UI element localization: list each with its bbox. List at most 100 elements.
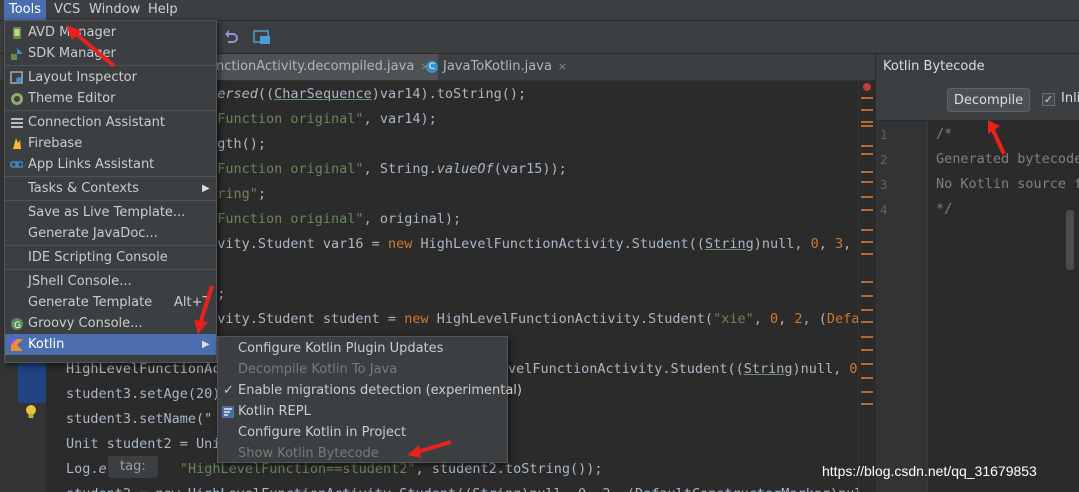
- warning-mark[interactable]: [861, 363, 873, 365]
- annotation-arrow: [194, 285, 214, 334]
- menu-window[interactable]: Window: [84, 0, 145, 20]
- submenu-item-label: Configure Kotlin Plugin Updates: [238, 341, 444, 356]
- submenu-item-decompile-kotlin-to-java: Decompile Kotlin To Java: [218, 359, 507, 380]
- inline-label: Inli: [1061, 91, 1079, 106]
- warning-mark[interactable]: [861, 109, 873, 111]
- menu-item-label: Theme Editor: [28, 91, 116, 106]
- menu-tools[interactable]: Tools: [4, 0, 47, 20]
- warning-mark[interactable]: [861, 121, 873, 123]
- menu-item-ide-scripting-console[interactable]: IDE Scripting Console: [5, 247, 216, 268]
- warning-mark[interactable]: [861, 181, 873, 183]
- close-icon[interactable]: ×: [558, 60, 567, 73]
- code-token: velFunctionActivity.Student((: [508, 361, 744, 377]
- warning-mark[interactable]: [861, 281, 873, 283]
- warning-mark[interactable]: [861, 97, 873, 99]
- structure-icon[interactable]: [253, 29, 271, 45]
- code-token: )null,: [753, 236, 811, 252]
- warning-mark[interactable]: [861, 145, 873, 147]
- menu-bar: Tools VCS Window Help: [0, 0, 1079, 21]
- menu-item-kotlin[interactable]: Kotlin ▶: [5, 334, 216, 355]
- scrollbar-thumb[interactable]: [1066, 210, 1074, 270]
- menu-item-theme-editor[interactable]: Theme Editor: [5, 88, 216, 109]
- menu-item-generate-template[interactable]: Generate Template Alt+T: [5, 292, 216, 313]
- code-token: HighLevelFunctionActivity.Student((: [420, 236, 705, 252]
- code-token: ;: [257, 186, 267, 202]
- code-line: velFunctionActivity.Student((String)null…: [508, 357, 875, 382]
- code-token: new: [404, 311, 437, 327]
- warning-mark[interactable]: [861, 196, 873, 198]
- bytecode-line: No Kotlin source f: [936, 176, 1079, 192]
- menu-help[interactable]: Help: [143, 0, 183, 20]
- submenu-item-kotlin-repl[interactable]: Kotlin REPL: [218, 401, 507, 422]
- code-token: elFunction original": [201, 161, 364, 177]
- theme-editor-icon: [11, 93, 23, 105]
- warning-mark[interactable]: [861, 321, 873, 323]
- submenu-item-show-kotlin-bytecode: Show Kotlin Bytecode: [218, 443, 507, 464]
- tab-decompiled-java[interactable]: nctionActivity.decompiled.java ×: [208, 54, 438, 80]
- code-line: Unit student2 = Uni: [66, 432, 220, 457]
- menu-item-label: Groovy Console...: [28, 316, 143, 331]
- code-token: ((: [257, 86, 275, 102]
- warning-mark[interactable]: [861, 229, 873, 231]
- code-token: (var15));: [493, 161, 567, 177]
- menu-vcs[interactable]: VCS: [49, 0, 85, 20]
- menu-separator: [5, 245, 216, 246]
- undo-icon[interactable]: [223, 29, 239, 45]
- layout-inspector-icon: [10, 71, 23, 84]
- warning-mark[interactable]: [861, 336, 873, 338]
- menu-item-label: Generate JavaDoc...: [28, 226, 158, 241]
- code-line: elFunction original", var14);: [201, 107, 437, 132]
- panel-title: Kotlin Bytecode: [876, 54, 1079, 80]
- menu-item-jshell-console[interactable]: JShell Console...: [5, 271, 216, 292]
- menu-item-save-as-live-template[interactable]: Save as Live Template...: [5, 202, 216, 223]
- menu-separator: [5, 269, 216, 270]
- code-token: Log.: [66, 461, 99, 477]
- warning-mark[interactable]: [861, 253, 873, 255]
- menu-item-label: Save as Live Template...: [28, 205, 186, 220]
- menu-item-firebase[interactable]: Firebase: [5, 133, 216, 154]
- lightbulb-icon[interactable]: [24, 404, 38, 420]
- menu-item-groovy-console[interactable]: G Groovy Console...: [5, 313, 216, 334]
- tab-java-to-kotlin[interactable]: C JavaToKotlin.java ×: [418, 54, 575, 80]
- warning-mark[interactable]: [861, 125, 873, 127]
- kotlin-submenu: Configure Kotlin Plugin Updates Decompile…: [217, 336, 522, 464]
- bytecode-line: /*: [936, 126, 953, 142]
- warning-mark[interactable]: [861, 349, 873, 351]
- menu-item-connection-assistant[interactable]: Connection Assistant: [5, 112, 216, 133]
- inline-checkbox[interactable]: ✓: [1042, 93, 1055, 106]
- decompile-button[interactable]: Decompile: [947, 88, 1030, 112]
- warning-mark[interactable]: [861, 171, 873, 173]
- code-token: tivity.Student student =: [201, 311, 405, 327]
- submenu-item-label: Decompile Kotlin To Java: [238, 362, 398, 377]
- code-line: tivity.Student var16 = new HighLevelFunc…: [201, 232, 851, 257]
- submenu-item-configure-kotlin-plugin-updates[interactable]: Configure Kotlin Plugin Updates: [218, 338, 507, 359]
- submenu-item-enable-migrations-detection-experimental[interactable]: ✓ Enable migrations detection (experiment…: [218, 380, 522, 401]
- warning-mark[interactable]: [861, 391, 873, 393]
- menu-item-app-links-assistant[interactable]: App Links Assistant: [5, 154, 216, 175]
- code-token: new: [387, 236, 421, 252]
- warning-mark[interactable]: [861, 403, 873, 405]
- parameter-hint: tag:: [108, 456, 158, 478]
- connection-assistant-icon: [11, 118, 23, 128]
- submenu-item-label: Kotlin REPL: [238, 404, 311, 419]
- submenu-item-configure-kotlin-in-project[interactable]: Configure Kotlin in Project: [218, 422, 507, 443]
- warning-mark[interactable]: [861, 309, 873, 311]
- warning-mark[interactable]: [861, 241, 873, 243]
- warning-mark[interactable]: [861, 295, 873, 297]
- menu-item-label: JShell Console...: [28, 274, 132, 289]
- code-token: e: [98, 461, 107, 477]
- code-token: 0: [810, 236, 819, 252]
- code-token: HighLevelFunctionAc: [66, 361, 221, 377]
- warning-mark[interactable]: [861, 209, 873, 211]
- code-token: , original);: [363, 211, 462, 227]
- code-token: , (: [802, 311, 827, 327]
- warning-mark[interactable]: [861, 377, 873, 379]
- annotation-arrow: [988, 120, 1006, 155]
- code-token: valueOf: [436, 161, 494, 177]
- menu-item-generate-javadoc[interactable]: Generate JavaDoc...: [5, 223, 216, 244]
- warning-mark[interactable]: [861, 153, 873, 155]
- menu-item-tasks-contexts[interactable]: Tasks & Contexts ▶: [5, 178, 216, 199]
- menu-item-label: Firebase: [28, 136, 83, 151]
- code-token: )var14).toString();: [371, 86, 527, 102]
- code-token: student3.setAge(20): [66, 386, 221, 402]
